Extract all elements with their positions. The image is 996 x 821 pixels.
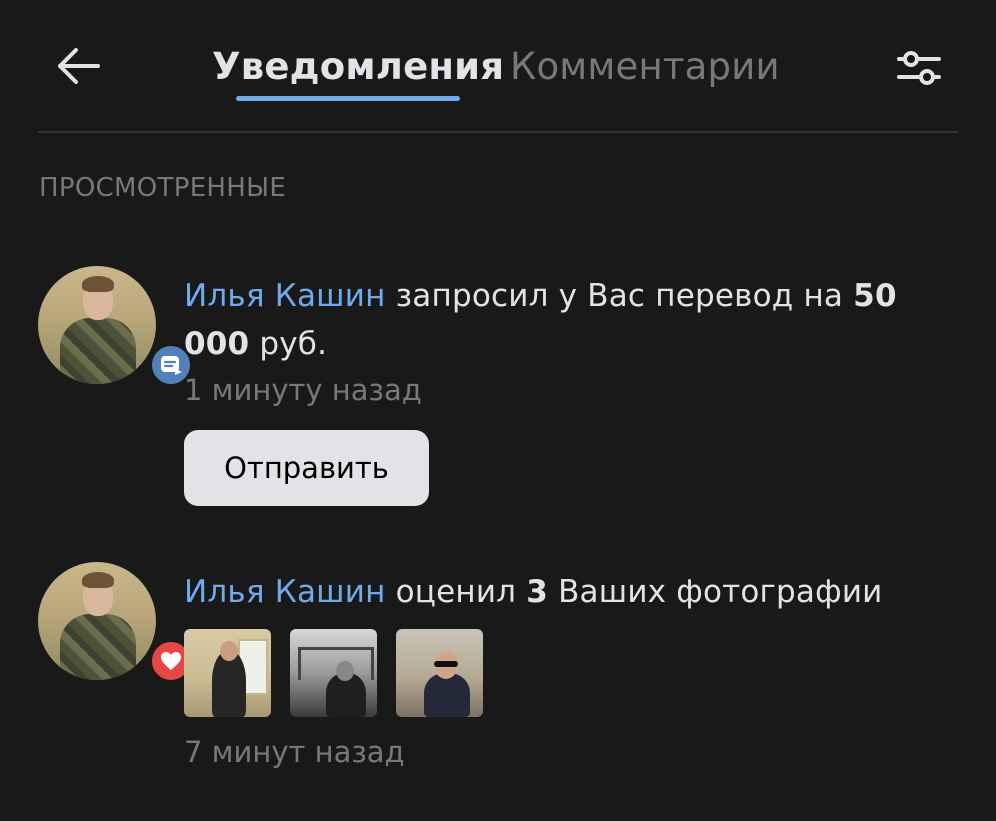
notification-message-tail: Ваших фотографии — [548, 574, 883, 610]
tab-comments[interactable]: Комментарии — [510, 44, 780, 90]
section-title: ПРОСМОТРЕННЫЕ — [39, 173, 287, 203]
user-name-link[interactable]: Илья Кашин — [184, 278, 386, 314]
notification-message: оценил — [385, 574, 527, 610]
avatar[interactable] — [38, 266, 156, 384]
back-button[interactable] — [52, 44, 104, 88]
currency-label: руб. — [249, 326, 328, 362]
photo-thumbnail[interactable] — [290, 629, 377, 717]
notification-time: 7 минут назад — [184, 735, 405, 769]
arrow-left-icon — [58, 48, 100, 84]
notification-photo-likes: Илья Кашин оценил 3 Ваших фотографии 7 м… — [0, 562, 996, 782]
header-divider — [38, 131, 958, 133]
notification-time: 1 минуту назад — [184, 373, 422, 407]
photo-thumbnail[interactable] — [184, 629, 271, 717]
active-tab-indicator — [236, 96, 460, 101]
notification-message: запросил у Вас перевод на — [385, 278, 854, 314]
filter-button[interactable] — [893, 46, 945, 90]
tab-notifications[interactable]: Уведомления — [212, 44, 504, 90]
avatar-container[interactable] — [38, 562, 194, 684]
notification-text: Илья Кашин оценил 3 Ваших фотографии — [184, 568, 954, 616]
notification-transfer-request: Илья Кашин запросил у Вас перевод на 50 … — [0, 266, 996, 516]
notification-text: Илья Кашин запросил у Вас перевод на 50 … — [184, 272, 954, 368]
sliders-icon — [897, 51, 941, 85]
user-name-link[interactable]: Илья Кашин — [184, 574, 386, 610]
avatar[interactable] — [38, 562, 156, 680]
send-money-button[interactable]: Отправить — [184, 430, 429, 506]
money-transfer-icon — [161, 356, 182, 375]
top-bar: Уведомления Комментарии — [0, 0, 996, 132]
photo-count: 3 — [526, 574, 549, 610]
heart-icon — [161, 652, 181, 670]
photo-thumbnail[interactable] — [396, 629, 483, 717]
avatar-container[interactable] — [38, 266, 194, 388]
